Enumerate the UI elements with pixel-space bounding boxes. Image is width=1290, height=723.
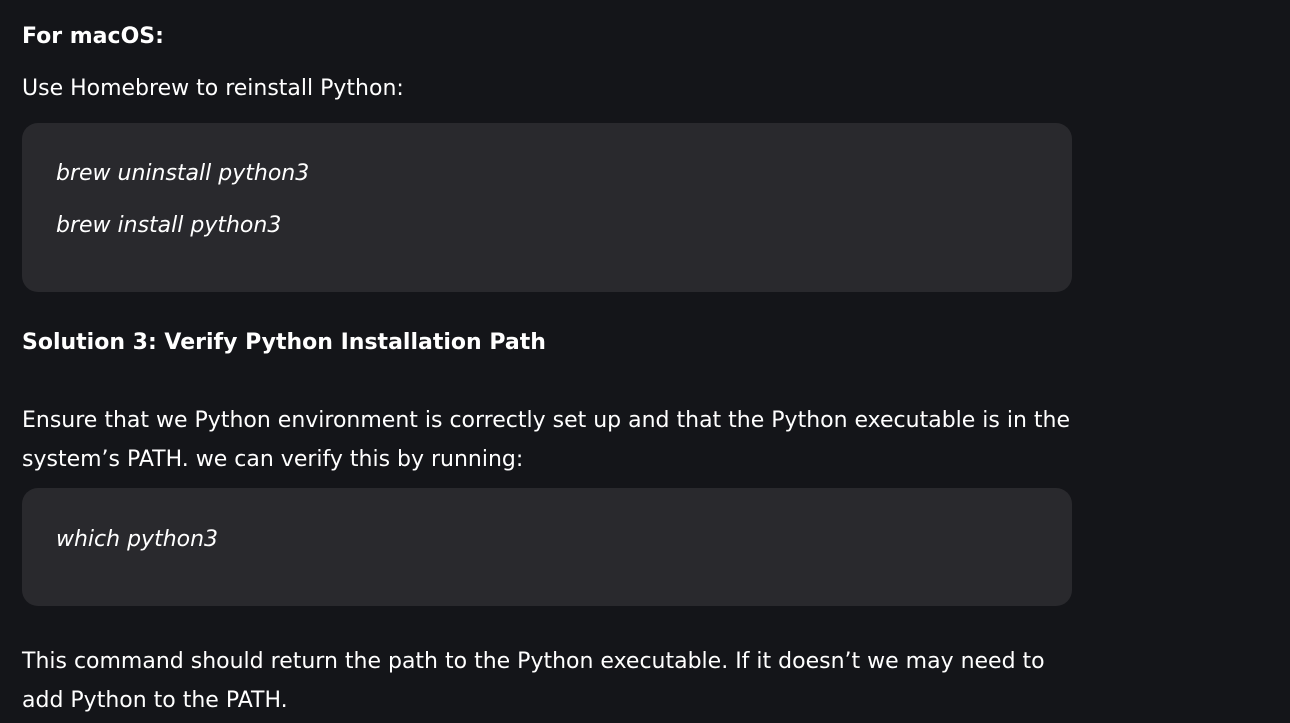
code-line[interactable]: which python3 (56, 525, 218, 555)
code-line[interactable]: brew install python3 (56, 211, 281, 241)
code-line[interactable]: brew uninstall python3 (56, 159, 309, 189)
ensure-paragraph: Ensure that we Python environment is cor… (22, 408, 1071, 472)
homebrew-instruction: Use Homebrew to reinstall Python: (22, 76, 404, 101)
solution-3-heading: Solution 3: Verify Python Installation P… (22, 330, 546, 355)
macos-heading: For macOS: (22, 24, 164, 49)
command-paragraph: This command should return the path to t… (22, 649, 1045, 713)
code-block-which[interactable]: which python3 (22, 488, 1072, 606)
code-block-brew[interactable]: brew uninstall python3 brew install pyth… (22, 123, 1072, 292)
